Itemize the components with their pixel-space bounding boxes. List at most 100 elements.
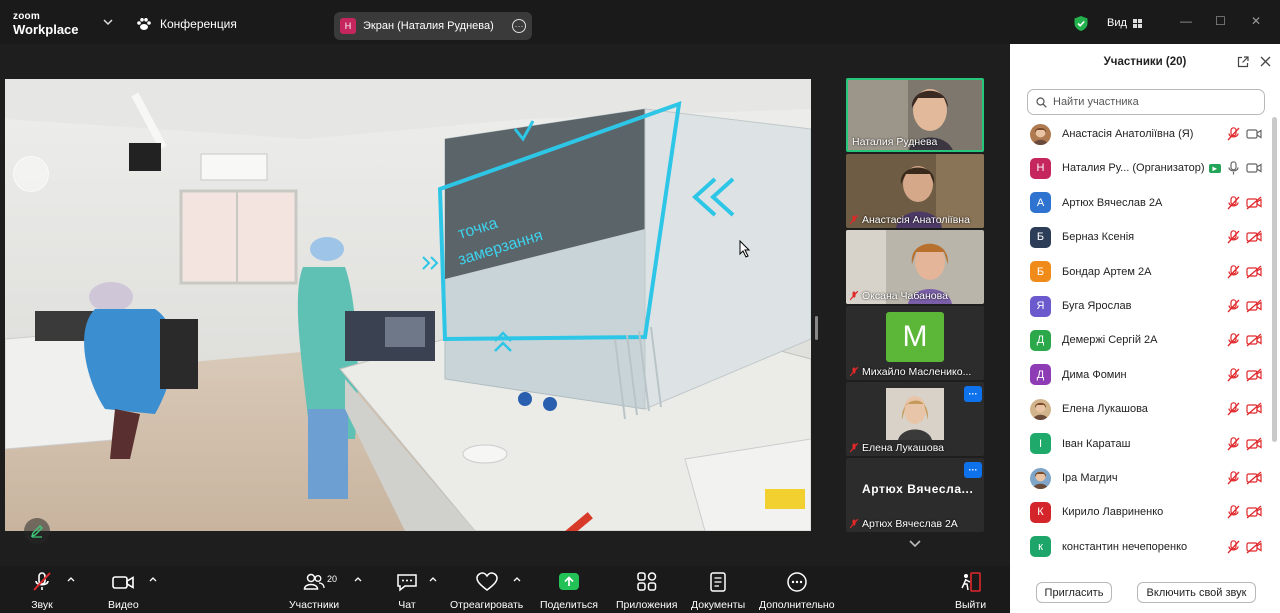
- mic-muted-icon[interactable]: [1227, 539, 1240, 554]
- participant-avatar: Н: [1030, 157, 1051, 179]
- mic-muted-icon[interactable]: [1227, 436, 1240, 451]
- video-tile[interactable]: Анастасія Анатоліївна: [846, 154, 984, 228]
- mic-muted-icon[interactable]: [1227, 402, 1240, 416]
- participants-panel: Участники (20) Анастасія Анатоліївна (Я)…: [1010, 44, 1280, 613]
- participant-row[interactable]: К Кирило Лавриненко: [1010, 495, 1272, 529]
- participant-row[interactable]: І Іван Караташ: [1010, 427, 1272, 461]
- participant-name: константин нечепоренко: [1062, 540, 1188, 553]
- participant-avatar: [1030, 398, 1051, 420]
- minimize-icon[interactable]: —: [1180, 14, 1192, 28]
- chevron-down-icon[interactable]: [102, 16, 114, 28]
- participant-name: Іра Магдич: [1062, 472, 1118, 484]
- participant-name: Анастасія Анатоліївна (Я): [1062, 128, 1194, 140]
- camera-on-icon[interactable]: [1246, 161, 1262, 175]
- participant-row[interactable]: Н Наталия Ру... (Организатор) ▸: [1010, 151, 1272, 185]
- more-options-icon[interactable]: ···: [964, 462, 982, 478]
- audio-options-caret-icon[interactable]: [67, 576, 75, 582]
- gallery-scroll-down-icon[interactable]: [908, 539, 922, 549]
- participant-row[interactable]: Д Дима Фомин: [1010, 358, 1272, 392]
- camera-off-icon[interactable]: [1246, 540, 1262, 554]
- splitter-handle[interactable]: [815, 316, 818, 340]
- paw-icon: [137, 18, 151, 30]
- video-tile[interactable]: ··· Елена Лукашова: [846, 382, 984, 456]
- more-button[interactable]: Дополнительно: [759, 572, 835, 611]
- popout-icon[interactable]: [1237, 56, 1249, 68]
- camera-off-icon[interactable]: [1246, 505, 1262, 519]
- encryption-shield-icon[interactable]: [1073, 15, 1089, 32]
- participant-row[interactable]: Я Буга Ярослав: [1010, 289, 1272, 323]
- mic-muted-icon: [850, 519, 858, 529]
- mic-muted-icon[interactable]: [1227, 230, 1240, 244]
- mic-on-icon[interactable]: [1227, 161, 1240, 175]
- video-tile[interactable]: Оксана Чабанова: [846, 230, 984, 304]
- more-icon[interactable]: ···: [512, 19, 526, 33]
- host-badge-icon: ▸: [1208, 163, 1221, 173]
- participant-name: Іван Караташ: [1062, 437, 1131, 450]
- mic-muted-icon[interactable]: [1227, 299, 1240, 313]
- participant-name: Бондар Артем 2А: [1062, 265, 1152, 278]
- audio-button[interactable]: Звук: [31, 572, 53, 611]
- participant-search[interactable]: [1027, 89, 1265, 115]
- participants-options-caret-icon[interactable]: [354, 576, 362, 582]
- unmute-self-button[interactable]: Включить свой звук: [1137, 582, 1256, 603]
- invite-button[interactable]: Пригласить: [1036, 582, 1112, 603]
- view-button[interactable]: Вид: [1107, 17, 1142, 29]
- camera-off-icon[interactable]: [1246, 471, 1262, 485]
- participant-row[interactable]: Іра Магдич: [1010, 461, 1272, 495]
- mic-muted-icon[interactable]: [1227, 333, 1240, 347]
- camera-off-icon[interactable]: [1246, 196, 1262, 210]
- mic-muted-icon[interactable]: [1227, 195, 1240, 210]
- participant-row[interactable]: Елена Лукашова: [1010, 392, 1272, 426]
- panel-header: Участники (20): [1010, 44, 1280, 80]
- document-icon: [710, 572, 726, 592]
- mic-muted-icon: [850, 291, 858, 301]
- camera-off-icon[interactable]: [1246, 402, 1262, 416]
- participant-row[interactable]: к константин нечепоренко: [1010, 530, 1272, 564]
- video-tile[interactable]: Наталия Руднева: [846, 78, 984, 152]
- participant-row[interactable]: Б Берназ Ксенія: [1010, 220, 1272, 254]
- participants-count: 20: [327, 574, 338, 584]
- video-tile[interactable]: ··· Артюх Вячесла... Артюх Вячеслав 2А: [846, 458, 984, 532]
- shared-screen-content: точка замерзання: [5, 79, 811, 531]
- search-input[interactable]: [1053, 96, 1253, 108]
- maximize-icon[interactable]: ☐: [1215, 14, 1226, 28]
- participant-row[interactable]: Анастасія Анатоліївна (Я): [1010, 117, 1272, 151]
- video-tile[interactable]: M Михайло Масленико...: [846, 306, 984, 380]
- chat-button[interactable]: Чат: [396, 572, 418, 611]
- participant-name: Кирило Лавриненко: [1062, 506, 1164, 519]
- video-options-caret-icon[interactable]: [149, 576, 157, 582]
- close-window-icon[interactable]: ✕: [1251, 14, 1261, 28]
- participant-list-scrollbar[interactable]: [1272, 117, 1277, 442]
- mic-muted-icon[interactable]: [1227, 264, 1240, 279]
- participant-row[interactable]: Б Бондар Артем 2А: [1010, 255, 1272, 289]
- search-icon: [1036, 96, 1047, 108]
- mic-muted-icon[interactable]: [1227, 471, 1240, 485]
- annotate-pencil-icon[interactable]: [24, 518, 50, 544]
- react-options-caret-icon[interactable]: [513, 576, 521, 582]
- leave-button[interactable]: Выйти: [955, 572, 986, 611]
- share-button[interactable]: Поделиться: [540, 572, 598, 611]
- camera-on-icon[interactable]: [1246, 127, 1262, 141]
- pan-navigation-control[interactable]: [13, 156, 49, 192]
- meeting-info[interactable]: Конференция: [136, 17, 237, 31]
- apps-button[interactable]: Приложения: [616, 572, 677, 611]
- chat-options-caret-icon[interactable]: [429, 576, 437, 582]
- mic-muted-icon[interactable]: [1227, 505, 1240, 519]
- mic-muted-icon[interactable]: [1227, 127, 1240, 141]
- camera-off-icon[interactable]: [1246, 368, 1262, 382]
- more-options-icon[interactable]: ···: [964, 386, 982, 402]
- lab-panorama-image: точка замерзання: [5, 79, 811, 531]
- screen-share-indicator[interactable]: Н Экран (Наталия Руднева) ···: [334, 12, 532, 40]
- close-panel-icon[interactable]: [1260, 56, 1271, 67]
- camera-off-icon[interactable]: [1246, 333, 1262, 347]
- participant-row[interactable]: А Артюх Вячеслав 2А: [1010, 186, 1272, 220]
- meeting-label: Конференция: [160, 17, 237, 31]
- camera-off-icon[interactable]: [1246, 437, 1262, 451]
- mic-muted-icon[interactable]: [1227, 367, 1240, 382]
- video-button[interactable]: Видео: [108, 572, 139, 611]
- participant-row[interactable]: Д Демержі Сергій 2А: [1010, 323, 1272, 357]
- documents-button[interactable]: Документы: [691, 572, 745, 611]
- camera-off-icon[interactable]: [1246, 265, 1262, 279]
- camera-off-icon[interactable]: [1246, 230, 1262, 244]
- camera-off-icon[interactable]: [1246, 299, 1262, 313]
